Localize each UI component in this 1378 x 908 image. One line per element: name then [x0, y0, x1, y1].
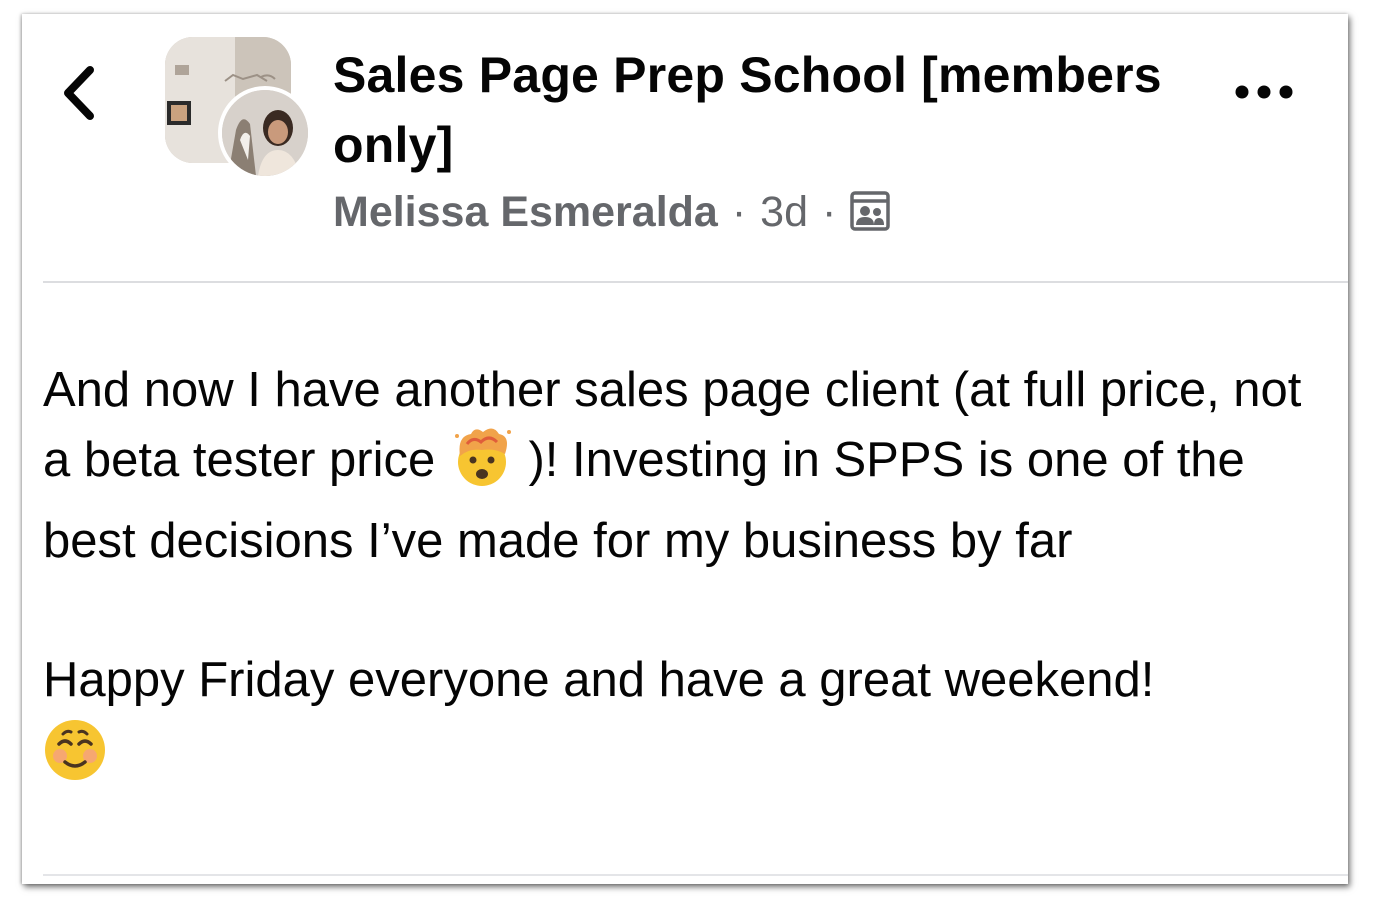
post-paragraph: And now I have another sales page client… — [43, 356, 1303, 577]
group-avatar[interactable] — [165, 37, 312, 180]
meta-separator: · — [822, 188, 837, 236]
header-divider — [43, 281, 1348, 283]
group-members-icon — [850, 191, 891, 233]
back-button[interactable] — [56, 58, 106, 128]
author-name[interactable]: Melissa Esmeralda — [333, 182, 718, 242]
author-avatar — [218, 86, 312, 180]
post-timestamp[interactable]: 3d — [760, 182, 808, 242]
meta-separator: · — [731, 188, 747, 236]
smiling-face-emoji — [43, 716, 1303, 786]
more-options-icon — [1235, 85, 1293, 99]
chevron-left-icon — [64, 66, 94, 120]
post-body: And now I have another sales page client… — [43, 356, 1303, 785]
exploding-head-emoji — [449, 426, 515, 508]
post-text: Happy Friday everyone and have a great w… — [43, 653, 1155, 707]
footer-divider — [43, 874, 1348, 876]
post-header: Sales Page Prep School [members only] Me… — [333, 40, 1193, 242]
more-options-button[interactable] — [1231, 74, 1297, 110]
post-paragraph: Happy Friday everyone and have a great w… — [43, 646, 1303, 785]
post-card: Sales Page Prep School [members only] Me… — [22, 14, 1348, 884]
group-name[interactable]: Sales Page Prep School [members only] — [333, 40, 1193, 180]
post-meta: Melissa Esmeralda · 3d · — [333, 182, 1193, 242]
